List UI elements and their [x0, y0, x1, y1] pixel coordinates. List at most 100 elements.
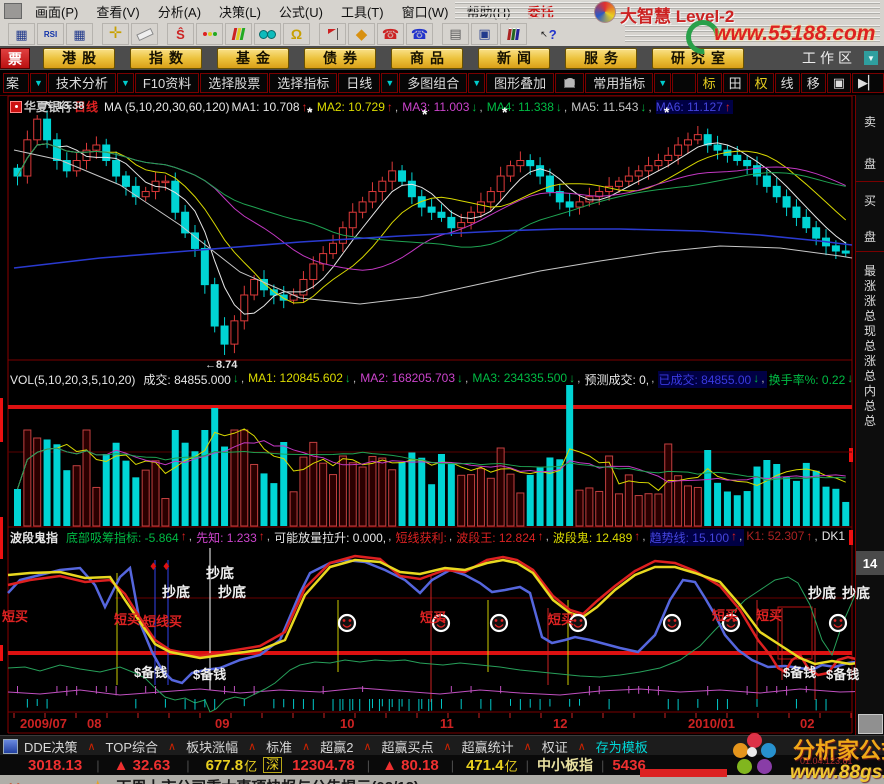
right-panel-char-14[interactable]: 总	[856, 412, 884, 429]
nav-button-线[interactable]: 线	[774, 72, 800, 93]
nav-button-田[interactable]: 田	[722, 72, 748, 93]
indicator-input-box[interactable]	[672, 72, 696, 93]
ind-field-3: 短线获利: ,	[395, 529, 453, 545]
nav-cell-cut[interactable]: 案	[3, 72, 29, 93]
price-volume-indicator-chart[interactable]: ♦ ♦ 2009/07 08 09 10 11 12 2010/01 02	[0, 95, 884, 735]
bottom-tab-bar-icon[interactable]	[3, 738, 18, 754]
nav-dropdown-icon-3[interactable]: ▼	[116, 72, 134, 93]
workspace-label: 工作区	[802, 50, 856, 66]
alert-bell-icon[interactable]: Ω	[283, 23, 310, 45]
workspace-control[interactable]: 工作区 ▼	[802, 48, 878, 68]
indicator-name[interactable]: 波段鬼指	[10, 529, 58, 546]
status-value-1: |	[96, 757, 100, 773]
workspace-dropdown-icon[interactable]: ▼	[864, 51, 878, 65]
books-icon[interactable]	[500, 23, 527, 45]
bottom-tab-2[interactable]: 板块涨幅	[180, 737, 244, 756]
right-panel-char-0[interactable]: 卖	[856, 113, 884, 130]
nav-cell-日线[interactable]: 日线	[338, 72, 381, 93]
right-panel-char-1[interactable]: 盘	[856, 155, 884, 172]
bottom-tab-6[interactable]: 超赢统计	[456, 737, 520, 756]
right-panel-divider	[856, 251, 884, 252]
right-panel-divider	[856, 181, 884, 182]
nav-dropdown-icon-8[interactable]: ▼	[381, 72, 399, 93]
color-bars-icon[interactable]	[225, 23, 252, 45]
menu-item-1[interactable]: 查看(V)	[87, 2, 148, 21]
bottom-tab-1[interactable]: TOP综合	[100, 737, 165, 756]
menu-item-0[interactable]: 画面(P)	[26, 2, 87, 21]
bottom-tab-0[interactable]: DDE决策	[18, 737, 83, 756]
nav-dropdown-icon-10[interactable]: ▼	[468, 72, 486, 93]
market-tab-6[interactable]: 服务	[565, 47, 637, 69]
bottom-tab-5[interactable]: 超赢买点	[376, 737, 440, 756]
indicator-values: 底部吸筹指标: -5.864 ↑, 先知: 1.233 ↑, 可能放量拉升: 0.0…	[66, 529, 849, 546]
chart-label-短买: 短买	[756, 608, 783, 623]
nav-cell-选择指标[interactable]: 选择指标	[269, 72, 338, 93]
bottom-tab-8[interactable]: 存为模板	[590, 737, 654, 756]
nav-button-移[interactable]: 移	[800, 72, 826, 93]
nav-button-▣[interactable]: ▣	[826, 72, 851, 93]
market-tab-cut[interactable]: 票	[0, 48, 30, 69]
svg-text:♦: ♦	[150, 558, 157, 573]
multi-chart-icon[interactable]: ▦	[66, 23, 93, 45]
phone-blue-icon[interactable]: ☎	[406, 23, 433, 45]
menu-item-2[interactable]: 分析(A)	[149, 2, 210, 21]
market-tab-7[interactable]: 研究室	[652, 47, 744, 69]
ind-field-2: 可能放量拉升: 0.000,,	[274, 529, 392, 545]
nav-cell-技术分析[interactable]: 技术分析	[47, 72, 116, 93]
ma-field-0: MA1: 10.708 ↑,	[231, 99, 313, 114]
diamond-sign-icon[interactable]: ◆	[348, 23, 375, 45]
clipboard-icon[interactable]: ▤	[442, 23, 469, 45]
right-side-panel[interactable]: 卖盘买盘最涨涨总现总涨总内总总 14	[855, 95, 884, 735]
right-panel-char-3[interactable]: 盘	[856, 228, 884, 245]
market-tab-0[interactable]: 港股	[43, 47, 115, 69]
status-value-3: |	[186, 757, 190, 773]
flag-icon[interactable]	[319, 23, 346, 45]
status-value-0: 3018.13	[28, 756, 83, 774]
ma-field-4: MA5: 11.543 ↓,	[571, 99, 652, 114]
tab-flame-separator: ∧	[363, 740, 372, 753]
phone-red-icon[interactable]: ☎	[377, 23, 404, 45]
nav-dropdown-icon-1[interactable]: ▼	[30, 72, 47, 93]
nav-cell-多图组合[interactable]: 多图组合	[399, 72, 468, 93]
market-tab-4[interactable]: 商品	[391, 47, 463, 69]
menu-item-3[interactable]: 决策(L)	[210, 2, 270, 21]
crosshair-icon[interactable]: ✛	[102, 23, 129, 45]
ticker-prev-icon[interactable]: ◀	[0, 780, 14, 784]
context-help-icon[interactable]: ↖?	[536, 24, 561, 44]
right-panel-char-2[interactable]: 买	[856, 192, 884, 209]
nav-cell-F10资料[interactable]: F10资料	[134, 72, 200, 93]
market-tab-2[interactable]: 基金	[217, 47, 289, 69]
rsi-indicator-icon[interactable]: RSI	[37, 23, 64, 45]
ticker-text[interactable]: 下周上市公司重大事项快报与公告提示(02/12)	[116, 776, 419, 784]
ticker-next-icon[interactable]: ▶	[14, 780, 28, 784]
menu-item-5[interactable]: 工具(T)	[332, 2, 393, 21]
traffic-light-icon[interactable]	[196, 23, 223, 45]
nav-cell-选择股票[interactable]: 选择股票	[200, 72, 269, 93]
nav-cell-图形叠加[interactable]: 图形叠加	[486, 72, 555, 93]
menu-item-4[interactable]: 公式(U)	[270, 2, 332, 21]
bottom-tab-3[interactable]: 标准	[260, 737, 298, 756]
vol-field-6: 换手率%: 0.22 ↓	[768, 371, 854, 387]
nav-dropdown-icon-14[interactable]: ▼	[654, 72, 672, 93]
overlay-lock-icon[interactable]	[555, 72, 585, 93]
market-tab-3[interactable]: 债券	[304, 47, 376, 69]
market-tab-1[interactable]: 指数	[130, 47, 202, 69]
vol-params: VOL(5,10,20,3,5,10,20)	[10, 372, 136, 387]
signal-s-icon[interactable]: Ŝ	[167, 23, 194, 45]
chart-label-短线买: 短线买	[143, 614, 183, 629]
menu-item-6[interactable]: 窗口(W)	[393, 2, 458, 21]
nav-button-标[interactable]: 标	[696, 72, 722, 93]
svg-text:11: 11	[440, 716, 454, 731]
right-scrollbar-thumb[interactable]	[858, 714, 883, 734]
window-layout-icon[interactable]: ▣	[471, 23, 498, 45]
news-ticker[interactable]: ◀ ▶ ★ 下周上市公司重大事项快报与公告提示(02/12)	[0, 775, 884, 784]
nav-button-▶▏[interactable]: ▶▏	[852, 72, 884, 93]
kline-chart-icon[interactable]: ▦	[8, 23, 35, 45]
ruler-icon[interactable]	[131, 23, 158, 45]
bottom-tab-4[interactable]: 超赢2	[314, 737, 359, 756]
market-tab-5[interactable]: 新闻	[478, 47, 550, 69]
binoculars-icon[interactable]	[254, 23, 281, 45]
nav-button-权[interactable]: 权	[748, 72, 774, 93]
nav-cell-常用指标[interactable]: 常用指标	[585, 72, 654, 93]
bottom-tab-7[interactable]: 权证	[536, 737, 574, 756]
